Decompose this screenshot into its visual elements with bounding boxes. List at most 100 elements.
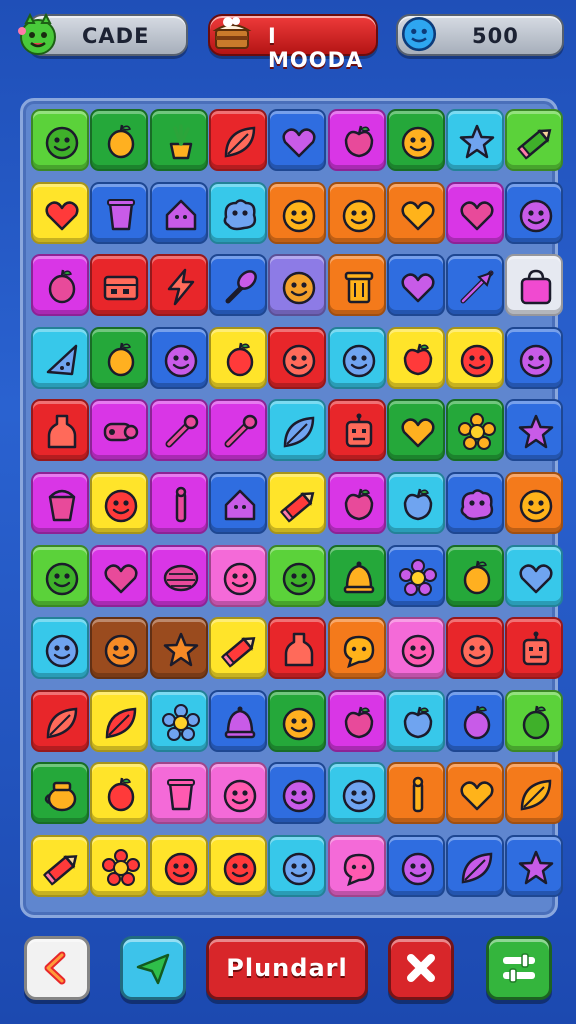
tile[interactable] <box>505 254 564 317</box>
tile[interactable] <box>149 544 208 607</box>
tile[interactable] <box>208 109 267 171</box>
tile[interactable] <box>149 689 208 752</box>
tile[interactable] <box>327 254 386 317</box>
tile[interactable] <box>31 617 89 680</box>
tile[interactable] <box>386 762 445 825</box>
tile[interactable] <box>149 326 208 389</box>
tile[interactable] <box>446 181 505 244</box>
tile[interactable] <box>208 472 267 534</box>
tile[interactable] <box>386 109 445 171</box>
tile[interactable] <box>90 399 149 462</box>
tile[interactable] <box>208 617 267 680</box>
tile[interactable] <box>446 762 505 825</box>
tile[interactable] <box>268 472 327 534</box>
tile[interactable] <box>327 109 386 171</box>
tile[interactable] <box>446 617 505 680</box>
tile[interactable] <box>446 109 505 171</box>
tile[interactable] <box>446 254 505 317</box>
level-pill[interactable]: I MOODA <box>208 14 378 72</box>
tile[interactable] <box>31 326 89 389</box>
tile[interactable] <box>31 109 89 171</box>
tile[interactable] <box>208 326 267 389</box>
tile[interactable] <box>327 544 386 607</box>
tile[interactable] <box>386 689 445 752</box>
menu-button[interactable] <box>486 936 552 1000</box>
tile[interactable] <box>505 544 564 607</box>
tile[interactable] <box>31 472 89 534</box>
tile[interactable] <box>31 544 89 607</box>
tile[interactable] <box>505 109 564 171</box>
tile[interactable] <box>327 835 386 897</box>
tile[interactable] <box>90 762 149 825</box>
tile[interactable] <box>268 762 327 825</box>
send-button[interactable] <box>120 936 186 1000</box>
tile[interactable] <box>208 835 267 897</box>
tile[interactable] <box>446 544 505 607</box>
tile[interactable] <box>386 544 445 607</box>
back-button[interactable] <box>24 936 90 1000</box>
tile[interactable] <box>208 181 267 244</box>
tile[interactable] <box>386 399 445 462</box>
close-button[interactable] <box>388 936 454 1000</box>
tile[interactable] <box>268 544 327 607</box>
tile[interactable] <box>386 835 445 897</box>
tile[interactable] <box>149 835 208 897</box>
tile[interactable] <box>268 617 327 680</box>
tile[interactable] <box>327 399 386 462</box>
tile[interactable] <box>268 689 327 752</box>
tile[interactable] <box>149 399 208 462</box>
tile[interactable] <box>268 326 327 389</box>
tile[interactable] <box>327 181 386 244</box>
tile[interactable] <box>90 254 149 317</box>
player-name-pill[interactable]: CADE <box>18 12 188 56</box>
tile[interactable] <box>386 617 445 680</box>
tile[interactable] <box>208 254 267 317</box>
tile[interactable] <box>268 254 327 317</box>
tile[interactable] <box>90 835 149 897</box>
tile[interactable] <box>90 472 149 534</box>
tile[interactable] <box>327 472 386 534</box>
tile[interactable] <box>90 689 149 752</box>
play-button[interactable]: Plundarl <box>206 936 368 1000</box>
tile[interactable] <box>90 617 149 680</box>
tile[interactable] <box>505 472 564 534</box>
tile[interactable] <box>31 254 89 317</box>
tile[interactable] <box>327 326 386 389</box>
tile[interactable] <box>208 762 267 825</box>
tile[interactable] <box>90 544 149 607</box>
tile[interactable] <box>149 181 208 244</box>
tile[interactable] <box>505 617 564 680</box>
tile[interactable] <box>31 399 89 462</box>
tile[interactable] <box>327 617 386 680</box>
tile[interactable] <box>505 181 564 244</box>
tile[interactable] <box>149 617 208 680</box>
tile[interactable] <box>505 399 564 462</box>
tile[interactable] <box>505 762 564 825</box>
tile[interactable] <box>90 181 149 244</box>
tile[interactable] <box>268 835 327 897</box>
tile[interactable] <box>505 326 564 389</box>
tile[interactable] <box>327 689 386 752</box>
tile[interactable] <box>90 326 149 389</box>
tile[interactable] <box>386 326 445 389</box>
tile[interactable] <box>386 254 445 317</box>
tile[interactable] <box>446 689 505 752</box>
tile[interactable] <box>31 835 89 897</box>
tile[interactable] <box>208 689 267 752</box>
tile[interactable] <box>505 689 564 752</box>
tile[interactable] <box>268 109 327 171</box>
tile[interactable] <box>90 109 149 171</box>
tile[interactable] <box>268 181 327 244</box>
tile[interactable] <box>446 326 505 389</box>
tile[interactable] <box>505 835 564 897</box>
tile[interactable] <box>386 181 445 244</box>
tile[interactable] <box>149 254 208 317</box>
tile[interactable] <box>31 762 89 825</box>
tile[interactable] <box>149 762 208 825</box>
tile[interactable] <box>386 472 445 534</box>
tile[interactable] <box>208 544 267 607</box>
tile[interactable] <box>31 689 89 752</box>
tile[interactable] <box>268 399 327 462</box>
tile[interactable] <box>149 472 208 534</box>
tile[interactable] <box>446 472 505 534</box>
